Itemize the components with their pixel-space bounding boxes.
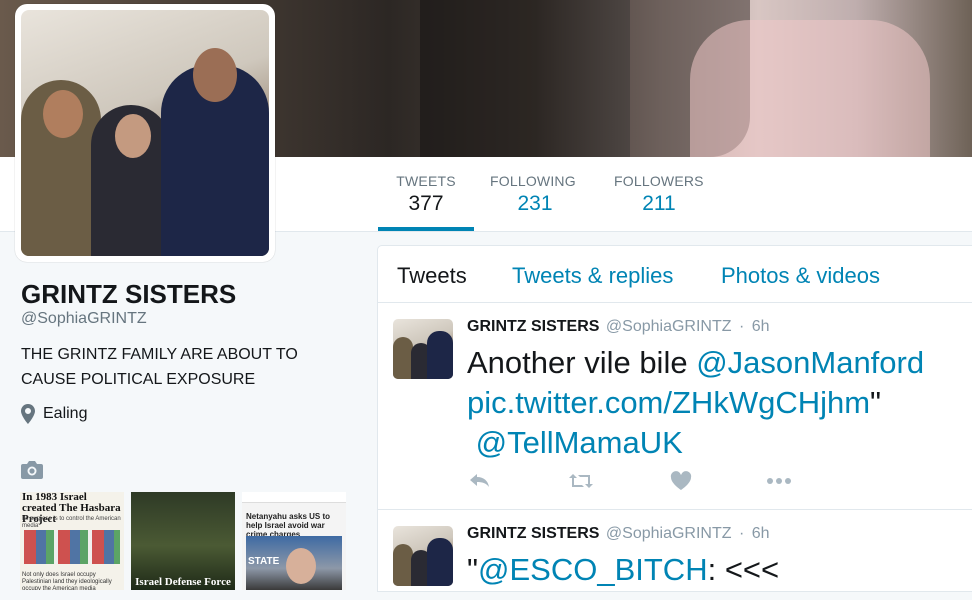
header-photo-shade [420, 0, 630, 157]
avatar-face [43, 90, 83, 138]
tweet-text-plain: : <<< [707, 552, 780, 587]
tweet-text-plain: " [467, 552, 479, 587]
tweet-mention[interactable]: @JasonManford [696, 345, 924, 380]
active-stat-underline [378, 227, 474, 231]
stat-following-label: FOLLOWING [490, 173, 576, 189]
media-thumbnails: In 1983 Israel created The Hasbara Proje… [20, 492, 350, 590]
tweet-mention[interactable]: @ESCO_BITCH [478, 552, 708, 587]
tweet-author-name[interactable]: GRINTZ SISTERS [467, 525, 599, 542]
thumb-footer: Not only does Israel occupy Palestinian … [22, 572, 112, 590]
stat-tweets[interactable]: TWEETS 377 [378, 173, 474, 216]
tweet-text-plain: Another vile bile [467, 345, 697, 380]
tab-photos-videos[interactable]: Photos & videos [721, 263, 880, 289]
header-photo-figure [690, 20, 930, 157]
thumb-title: Netanyahu asks US to help Israel avoid w… [246, 512, 331, 539]
tweet-timestamp[interactable]: 6h [752, 318, 770, 335]
more-icon[interactable] [766, 471, 792, 491]
thumb-logos [24, 530, 120, 564]
thumb-subtitle: Its purpose is to control the American m… [22, 516, 121, 529]
stat-following-value: 231 [517, 192, 553, 215]
media-thumb[interactable]: Israel Defense Force [131, 492, 235, 590]
tweet-actions [467, 471, 887, 497]
timeline-tabs: Tweets Tweets & replies Photos & videos [378, 246, 972, 303]
map-pin-icon [21, 404, 35, 424]
stat-following[interactable]: FOLLOWING 231 [490, 173, 580, 216]
profile-avatar[interactable] [15, 4, 275, 262]
tweet-separator: · [738, 525, 745, 542]
reply-icon[interactable] [469, 471, 491, 491]
thumb-photo-text: STATE [248, 556, 280, 567]
avatar-face [193, 48, 237, 102]
tweet[interactable]: GRINTZ SISTERS @SophiaGRINTZ · 6h Anothe… [378, 303, 972, 510]
tweet-author-handle[interactable]: @SophiaGRINTZ [606, 318, 732, 335]
avatar-figure [427, 331, 453, 379]
media-thumb[interactable]: Netanyahu asks US to help Israel avoid w… [242, 492, 346, 590]
avatar-image [21, 10, 269, 256]
tweet[interactable]: GRINTZ SISTERS @SophiaGRINTZ · 6h "@ESCO… [378, 510, 972, 600]
avatar-face [115, 114, 151, 158]
tweet-timestamp[interactable]: 6h [752, 525, 770, 542]
tweet-author-name[interactable]: GRINTZ SISTERS [467, 318, 599, 335]
tweet-text: Another vile bile @JasonManford pic.twit… [467, 343, 972, 463]
camera-icon[interactable] [20, 460, 44, 480]
profile-location: Ealing [21, 404, 87, 424]
tweet-header: GRINTZ SISTERS @SophiaGRINTZ · 6h [467, 525, 770, 543]
tweet-separator: · [738, 318, 745, 335]
profile-handle[interactable]: @SophiaGRINTZ [21, 310, 147, 328]
thumb-photo-face [286, 548, 316, 584]
stat-followers-label: FOLLOWERS [614, 173, 704, 189]
tweet-avatar[interactable] [393, 319, 453, 379]
stat-tweets-label: TWEETS [396, 173, 456, 189]
stat-followers-value: 211 [642, 192, 676, 215]
profile-bio: THE GRINTZ FAMILY ARE ABOUT TO CAUSE POL… [21, 346, 298, 388]
tweet-header: GRINTZ SISTERS @SophiaGRINTZ · 6h [467, 318, 770, 336]
tweet-link[interactable]: pic.twitter.com/ZHkWgCHjhm [467, 385, 870, 420]
tweet-text: "@ESCO_BITCH: <<< [467, 550, 972, 590]
tweet-mention[interactable]: @TellMamaUK [476, 425, 683, 460]
tweet-avatar[interactable] [393, 526, 453, 586]
timeline: Tweets Tweets & replies Photos & videos … [377, 245, 972, 592]
tweet-text-plain: " [870, 385, 882, 420]
media-thumb[interactable]: In 1983 Israel created The Hasbara Proje… [20, 492, 124, 590]
tab-tweets-replies[interactable]: Tweets & replies [512, 263, 673, 289]
avatar-figure [393, 337, 413, 379]
avatar-figure [427, 538, 453, 586]
thumb-header-bar [242, 492, 346, 503]
tab-tweets[interactable]: Tweets [397, 263, 467, 289]
avatar-figure [393, 544, 413, 586]
location-label[interactable]: Ealing [43, 405, 87, 423]
tweet-author-handle[interactable]: @SophiaGRINTZ [606, 525, 732, 542]
stat-tweets-value: 377 [408, 192, 444, 215]
stat-followers[interactable]: FOLLOWERS 211 [614, 173, 704, 216]
retweet-icon[interactable] [568, 471, 594, 491]
like-icon[interactable] [670, 471, 692, 491]
thumb-caption: Israel Defense Force [135, 576, 231, 588]
profile-name[interactable]: GRINTZ SISTERS [21, 279, 236, 310]
